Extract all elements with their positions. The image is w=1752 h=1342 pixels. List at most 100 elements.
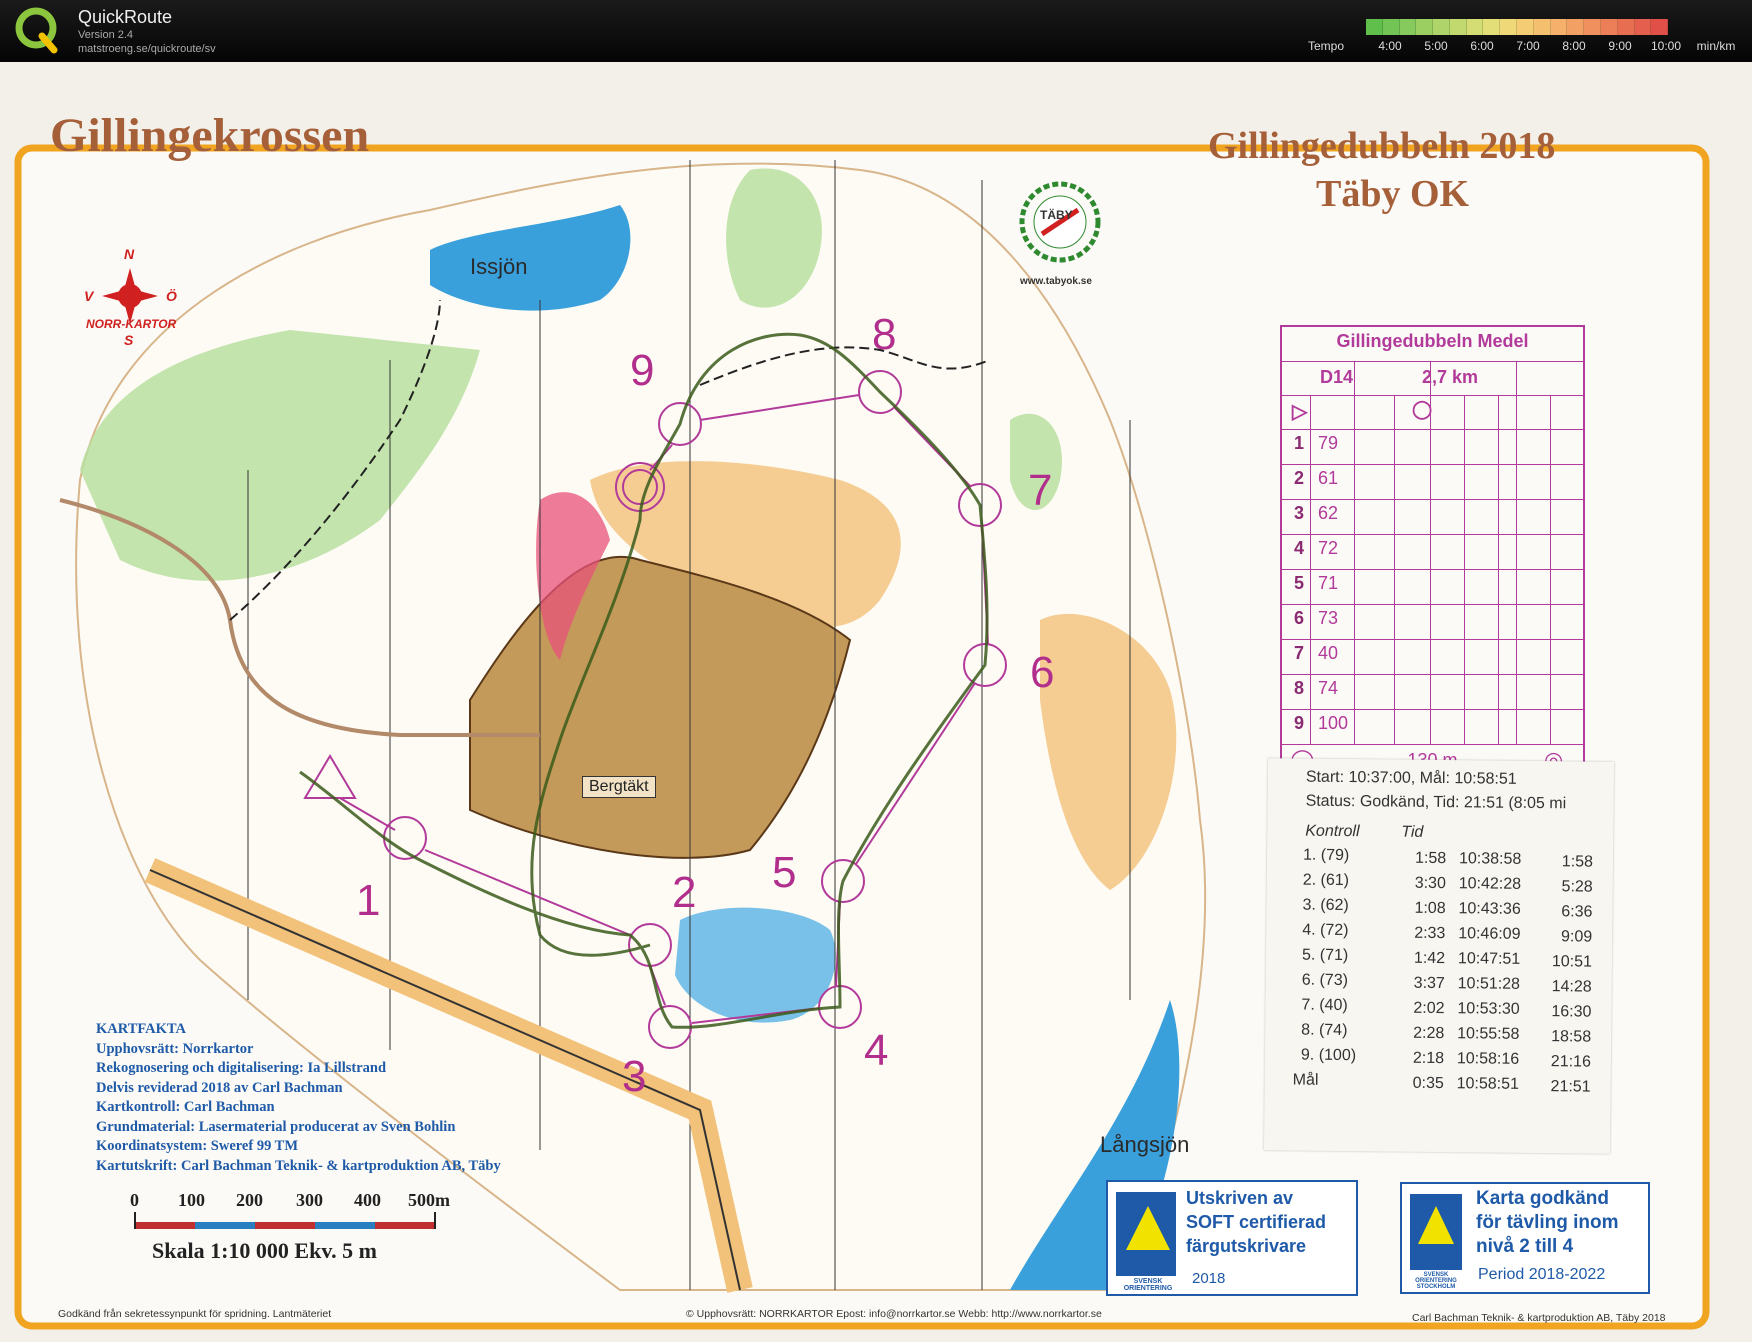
soft-badge-year: 2018 xyxy=(1192,1270,1226,1287)
receipt-row-total: 1:58 xyxy=(1561,853,1594,871)
compass-north: N xyxy=(124,246,135,262)
receipt-row-control: 6. (73) xyxy=(1301,971,1349,990)
tempo-tick: 4:00 xyxy=(1378,39,1402,53)
compass-west: V xyxy=(84,288,94,304)
receipt-row-split: 2:18 xyxy=(1412,1049,1445,1068)
app-version: Version 2.4 xyxy=(78,29,134,41)
cd-row-number: 8 xyxy=(1294,678,1305,698)
footer-mid: © Upphovsrätt: NORRKARTOR Epost: info@no… xyxy=(686,1308,1102,1320)
receipt-col-time: Tid xyxy=(1401,823,1424,841)
kartfakta-line: KARTFAKTA xyxy=(96,1021,186,1037)
receipt-row-control: 1. (79) xyxy=(1302,846,1350,865)
receipt-start-line: Start: 10:37:00, Mål: 10:58:51 xyxy=(1305,768,1517,788)
cd-row-code: 100 xyxy=(1318,713,1349,733)
scale-tick: 100 xyxy=(178,1190,205,1210)
cd-row-number: 6 xyxy=(1294,608,1305,628)
cd-row-number: 1 xyxy=(1294,433,1305,453)
receipt-row-clock: 10:55:58 xyxy=(1457,1025,1520,1043)
tempo-color-scale xyxy=(1366,19,1669,35)
cd-row-code: 71 xyxy=(1318,573,1339,593)
approved-badge-line: Karta godkänd xyxy=(1476,1188,1610,1209)
tempo-tick: 6:00 xyxy=(1470,39,1494,53)
receipt-row-total: 6:36 xyxy=(1561,903,1593,921)
cd-row-code: 62 xyxy=(1318,503,1339,523)
receipt-row-control: 8. (74) xyxy=(1301,1021,1348,1040)
kartfakta-line: Koordinatsystem: Sweref 99 TM xyxy=(96,1138,299,1154)
club-logo-text: TÄBY xyxy=(1040,208,1073,222)
receipt-row-clock: 10:58:16 xyxy=(1456,1050,1520,1068)
receipt-row-control: 4. (72) xyxy=(1302,921,1349,940)
receipt-row-clock: 10:46:09 xyxy=(1458,925,1521,943)
map-canvas[interactable]: Gillingekrossen Gillingedubbeln 2018 Täb… xyxy=(0,62,1752,1342)
soft-certified-badge: SVENSK ORIENTERING Utskriven av SOFT cer… xyxy=(1106,1180,1358,1296)
receipt-row-split: 1:08 xyxy=(1414,899,1446,918)
footer-left: Godkänd från sekretessynpunkt för spridn… xyxy=(58,1308,332,1320)
control-description-sheet: Gillingedubbeln Medel D14 2,7 km ▷ ◯ 1 7… xyxy=(1280,325,1585,787)
receipt-row-total: 16:30 xyxy=(1551,1003,1592,1021)
cd-row-code: 74 xyxy=(1318,678,1339,698)
lake-label-langsjon: Långsjön xyxy=(1100,1132,1190,1157)
map-approved-badge: SVENSK ORIENTERING STOCKHOLM Karta godkä… xyxy=(1400,1182,1650,1294)
receipt-row-clock: 10:58:51 xyxy=(1456,1075,1520,1093)
receipt-row-control: Mål xyxy=(1292,1071,1319,1089)
approved-badge-line: nivå 2 till 4 xyxy=(1476,1236,1574,1257)
receipt-row-split: 3:37 xyxy=(1413,974,1445,993)
kartfakta-line: Grundmaterial: Lasermaterial producerat … xyxy=(96,1118,456,1135)
app-url[interactable]: matstroeng.se/quickroute/sv xyxy=(78,43,216,55)
compass-brand: NORR-KARTOR xyxy=(86,317,177,331)
receipt-row-total: 18:58 xyxy=(1551,1028,1592,1046)
receipt-row-split: 2:28 xyxy=(1413,1024,1445,1043)
receipt-row-total: 5:28 xyxy=(1561,878,1593,896)
kartfakta-block: KARTFAKTA Upphovsrätt: Norrkartor Rekogn… xyxy=(96,1020,501,1176)
compass-south: S xyxy=(124,332,134,348)
cd-row-code: 40 xyxy=(1318,643,1339,663)
cd-row-number: 3 xyxy=(1294,503,1305,523)
cd-row-number: 5 xyxy=(1294,573,1305,593)
split-times-receipt: Start: 10:37:00, Mål: 10:58:51 Status: G… xyxy=(1263,758,1615,1154)
control-number: 6 xyxy=(1030,648,1055,697)
kartfakta-line: Rekognosering och digitalisering: Ia Lil… xyxy=(96,1060,387,1076)
tempo-unit: min/km xyxy=(1696,39,1736,53)
cd-title: Gillingedubbeln Medel xyxy=(1336,331,1529,351)
cd-row-code: 61 xyxy=(1318,468,1339,488)
scale-tick: 400 xyxy=(354,1190,381,1210)
receipt-row-split: 0:35 xyxy=(1412,1074,1444,1093)
tempo-tick: 8:00 xyxy=(1562,39,1586,53)
receipt-row-clock: 10:42:28 xyxy=(1458,875,1522,893)
kartfakta-line: Kartutskrift: Carl Bachman Teknik- & kar… xyxy=(96,1157,501,1174)
receipt-row-split: 1:42 xyxy=(1413,949,1446,968)
receipt-row-total: 21:51 xyxy=(1550,1078,1591,1096)
scale-tick: 200 xyxy=(236,1190,263,1210)
club-url: www.tabyok.se xyxy=(1020,276,1092,287)
soft-badge-org: SVENSK ORIENTERING xyxy=(1123,1278,1173,1292)
receipt-row-total: 10:51 xyxy=(1551,953,1593,971)
kartfakta-line: Delvis reviderad 2018 av Carl Bachman xyxy=(96,1079,343,1096)
control-number: 4 xyxy=(864,1026,889,1075)
control-number: 5 xyxy=(772,848,797,897)
receipt-row-clock: 10:47:51 xyxy=(1457,950,1521,968)
tempo-tick: 5:00 xyxy=(1424,39,1448,53)
receipt-status-line: Status: Godkänd, Tid: 21:51 (8:05 mi xyxy=(1305,792,1567,813)
soft-badge-line: Utskriven av xyxy=(1186,1188,1294,1208)
tempo-tick: 10:00 xyxy=(1650,39,1682,53)
cd-row-number: 4 xyxy=(1294,538,1305,558)
map-title: Gillingekrossen xyxy=(50,109,370,162)
kartfakta-line: Kartkontroll: Carl Bachman xyxy=(96,1099,275,1115)
svensk-orientering-stockholm-logo-icon xyxy=(1410,1194,1462,1270)
start-triangle-icon: ▷ xyxy=(1292,401,1308,423)
receipt-row-control: 7. (40) xyxy=(1301,996,1348,1015)
receipt-row-total: 21:16 xyxy=(1550,1053,1591,1071)
receipt-row-total: 9:09 xyxy=(1560,928,1593,946)
app-header: QuickRoute Version 2.4 matstroeng.se/qui… xyxy=(0,0,1752,62)
receipt-row-split: 2:02 xyxy=(1413,999,1445,1018)
footer-right: Carl Bachman Teknik- & kartproduktion AB… xyxy=(1412,1312,1666,1324)
cd-row-code: 72 xyxy=(1318,538,1339,558)
scale-tick: 300 xyxy=(296,1190,323,1210)
control-number: 7 xyxy=(1028,466,1053,515)
receipt-row-total: 14:28 xyxy=(1551,978,1592,996)
receipt-row-control: 5. (71) xyxy=(1301,946,1349,965)
cd-row-number: 7 xyxy=(1294,643,1305,663)
lake-label-issjon: Issjön xyxy=(470,254,528,279)
svensk-orientering-logo-icon xyxy=(1116,1192,1176,1276)
control-number: 9 xyxy=(630,346,655,395)
